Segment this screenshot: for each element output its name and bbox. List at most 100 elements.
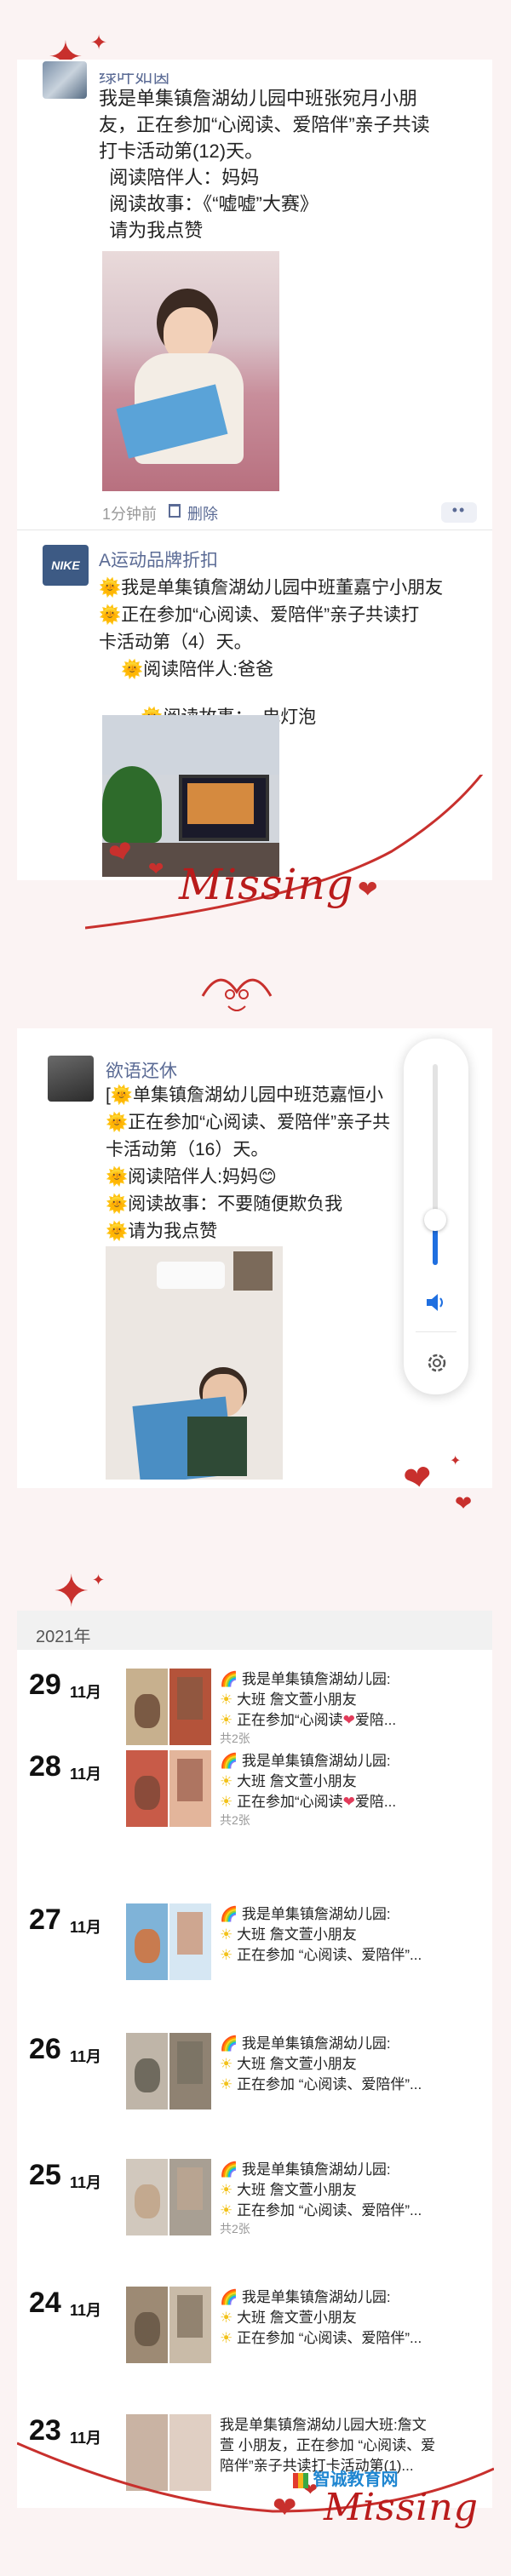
missing-text: Missing: [179, 860, 354, 909]
timeline-thumbnail[interactable]: [126, 2287, 211, 2363]
timeline-row[interactable]: 28 11月 🌈 我是单集镇詹湖幼儿园: ☀ 大班 詹文萱小朋友 ☀ 正在参加“心阅读❤…: [22, 1750, 482, 1844]
day-number: 28: [29, 1750, 61, 1783]
more-options-button[interactable]: ••: [441, 502, 477, 523]
sun-icon: ☀: [220, 1773, 233, 1789]
post-text-line: 卡活动第（4）天。: [99, 633, 252, 652]
sun-icon: 🌞: [99, 578, 122, 598]
volume-slider-thumb[interactable]: [424, 1209, 446, 1231]
year-header: 2021年: [17, 1611, 492, 1650]
watermark-logo: 智诚教育网: [293, 2465, 399, 2490]
rainbow-icon: 🌈: [220, 2035, 238, 2052]
post-text-line: 🌞阅读陪伴人:妈妈😊: [106, 1167, 277, 1187]
settings-gear-icon[interactable]: [424, 1350, 450, 1376]
heart-icon: ❤: [342, 1712, 355, 1728]
post-time: 1分钟前: [102, 506, 158, 523]
heart-icon: ❤: [455, 1492, 473, 1515]
heart-icon: ❤: [273, 2492, 297, 2524]
logo-icon: [293, 2472, 308, 2488]
timeline-thumbnail[interactable]: [126, 2033, 211, 2109]
heart-icon: ❤: [148, 858, 164, 879]
rainbow-icon: 🌈: [220, 1906, 238, 1922]
post-text-line: 阅读陪伴人：妈妈: [99, 167, 260, 188]
sparkle-icon: ✦: [450, 1454, 462, 1468]
post-text-line: 🌞阅读陪伴人:爸爸: [121, 660, 273, 679]
post-text-line: 🌞正在参加“心阅读、爱陪伴”亲子共: [106, 1113, 391, 1132]
speaker-icon[interactable]: [424, 1291, 448, 1314]
avatar[interactable]: NIKE: [43, 545, 89, 586]
timeline-thumbnail[interactable]: [126, 1903, 211, 1980]
rainbow-icon: 🌈: [220, 1753, 238, 1769]
username[interactable]: A运动品牌折扣: [99, 547, 218, 572]
month-label: 11月: [70, 2302, 102, 2319]
timeline-text-line: 🌈 我是单集镇詹湖幼儿园:: [220, 1671, 391, 1687]
day-number: 27: [29, 1903, 61, 1936]
timeline-row[interactable]: 25 11月 🌈 我是单集镇詹湖幼儿园: ☀ 大班 詹文萱小朋友 ☀ 正在参加 “心阅读…: [22, 2159, 482, 2253]
missing-text: Missing: [324, 2486, 479, 2529]
timeline-row[interactable]: 26 11月 🌈 我是单集镇詹湖幼儿园: ☀ 大班 詹文萱小朋友 ☀ 正在参加 “心阅读…: [22, 2033, 482, 2127]
day-number: 24: [29, 2287, 61, 2319]
timeline-text-line: ☀ 大班 詹文萱小朋友: [220, 1773, 357, 1789]
emoji-icon: 😊: [258, 1167, 277, 1187]
timeline-text-line: ☀ 正在参加 “心阅读、爱陪伴”...: [220, 2076, 422, 2092]
sun-icon: 🌞: [110, 1085, 133, 1105]
sun-icon: ☀: [220, 2056, 233, 2072]
post-text-line: [🌞单集镇詹湖幼儿园中班范嘉恒小: [106, 1085, 383, 1105]
timeline-text-line: 🌈 我是单集镇詹湖幼儿园:: [220, 1906, 391, 1922]
timeline-text-line: 🌈 我是单集镇詹湖幼儿园:: [220, 1753, 391, 1769]
timeline-text-line: 🌈 我是单集镇詹湖幼儿园:: [220, 2161, 391, 2178]
month-label: 11月: [70, 2174, 102, 2191]
month-label: 11月: [70, 1766, 102, 1783]
sun-icon: ☀: [220, 2182, 233, 2198]
heart-icon: ❤: [342, 1794, 355, 1810]
timeline-text-line: ☀ 正在参加“心阅读❤爱陪...: [220, 1712, 397, 1728]
avatar[interactable]: [48, 1056, 94, 1102]
day-number: 29: [29, 1669, 61, 1701]
rainbow-icon: 🌈: [220, 1671, 238, 1687]
delete-link[interactable]: 删除: [187, 502, 218, 524]
post-text-line: 我是单集镇詹湖幼儿园中班张宛月小朋: [99, 88, 418, 109]
post-text-line: 卡活动第（16）天。: [106, 1140, 269, 1159]
timeline-text-line: ☀ 正在参加 “心阅读、爱陪伴”...: [220, 2202, 422, 2218]
sun-icon: 🌞: [106, 1194, 129, 1214]
sun-icon: 🌞: [106, 1222, 129, 1241]
timeline-thumbnail[interactable]: [126, 1750, 211, 1827]
timeline-text-line: 🌈 我是单集镇詹湖幼儿园:: [220, 2035, 391, 2052]
moment-post-3: 欲语还休 [🌞单集镇詹湖幼儿园中班范嘉恒小 🌞正在参加“心阅读、爱陪伴”亲子共 …: [17, 1028, 492, 1488]
timeline-thumbnail[interactable]: [126, 2159, 211, 2235]
sun-icon: ☀: [220, 1692, 233, 1708]
post-photo[interactable]: [102, 251, 279, 491]
sun-icon: 🌞: [106, 1113, 129, 1132]
timeline-row[interactable]: 24 11月 🌈 我是单集镇詹湖幼儿园: ☀ 大班 詹文萱小朋友 ☀ 正在参加 “心阅读…: [22, 2287, 482, 2380]
username[interactable]: 欲语还休: [106, 1057, 177, 1083]
photo-count: 共2张: [220, 1732, 250, 1745]
sun-icon: 🌞: [99, 605, 122, 625]
sun-icon: ☀: [220, 2330, 233, 2346]
sun-icon: ☀: [220, 1947, 233, 1963]
timeline-text-line: ☀ 大班 詹文萱小朋友: [220, 2182, 357, 2198]
post-text-line: 🌞请为我点赞: [106, 1222, 218, 1241]
timeline-thumbnail[interactable]: [126, 1669, 211, 1745]
post-text-line: 🌞正在参加“心阅读、爱陪伴”亲子共读打: [99, 605, 420, 625]
divider: [416, 1331, 456, 1332]
heart-icon: ❤: [358, 876, 378, 902]
rainbow-icon: 🌈: [220, 2289, 238, 2305]
trash-icon[interactable]: [169, 504, 181, 518]
avatar[interactable]: [43, 61, 87, 99]
month-label: 11月: [70, 2048, 102, 2065]
post-text-line: 🌞阅读故事：不要随便欺负我: [106, 1194, 343, 1214]
timeline-text-line: ☀ 正在参加“心阅读❤爱陪...: [220, 1794, 397, 1810]
timeline-text-line: ☀ 大班 詹文萱小朋友: [220, 2310, 357, 2326]
sun-icon: ☀: [220, 2202, 233, 2218]
post-text-line: 🌞我是单集镇詹湖幼儿园中班董嘉宁小朋友: [99, 578, 444, 598]
day-number: 25: [29, 2159, 61, 2191]
sun-icon: ☀: [220, 1712, 233, 1728]
timeline-text-line: 🌈 我是单集镇詹湖幼儿园:: [220, 2289, 391, 2305]
post-text-line: 友，正在参加“心阅读、爱陪伴”亲子共读: [99, 114, 430, 135]
sun-icon: ☀: [220, 2076, 233, 2092]
volume-slider-track[interactable]: [433, 1064, 438, 1265]
swirl-heart-icon: [201, 978, 273, 1011]
year-label: 2021年: [36, 1628, 91, 1646]
sun-icon: ☀: [220, 1794, 233, 1810]
post-photo[interactable]: [106, 1246, 283, 1480]
timeline-row[interactable]: 27 11月 🌈 我是单集镇詹湖幼儿园: ☀ 大班 詹文萱小朋友 ☀ 正在参加 “心阅读…: [22, 1903, 482, 1997]
